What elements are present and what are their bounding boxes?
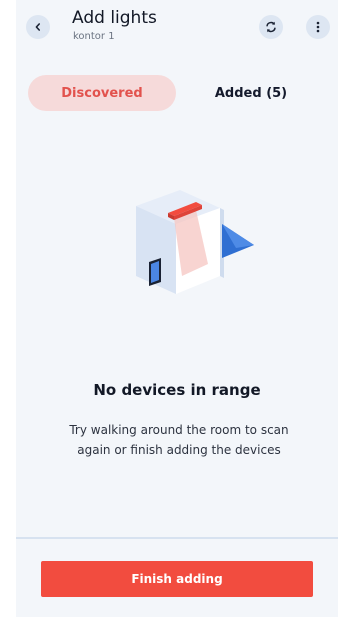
tab-added[interactable]: Added (5)	[192, 75, 310, 111]
more-button[interactable]	[306, 15, 330, 39]
page-title: Add lights	[72, 8, 157, 28]
chevron-left-icon	[33, 22, 43, 32]
more-vertical-icon	[313, 21, 323, 33]
empty-state-title: No devices in range	[93, 381, 261, 399]
tab-discovered[interactable]: Discovered	[28, 75, 176, 111]
add-lights-screen: Add lights kontor 1 Discovered Added (5)…	[16, 0, 338, 617]
room-scan-illustration	[126, 186, 256, 302]
header: Add lights kontor 1	[16, 0, 338, 52]
sync-icon	[264, 20, 278, 34]
page-subtitle: kontor 1	[73, 31, 115, 42]
back-button[interactable]	[26, 15, 50, 39]
sync-button[interactable]	[259, 15, 283, 39]
finish-adding-button[interactable]: Finish adding	[41, 561, 313, 597]
footer-divider	[16, 537, 338, 539]
empty-state-description: Try walking around the room to scan agai…	[69, 423, 289, 457]
